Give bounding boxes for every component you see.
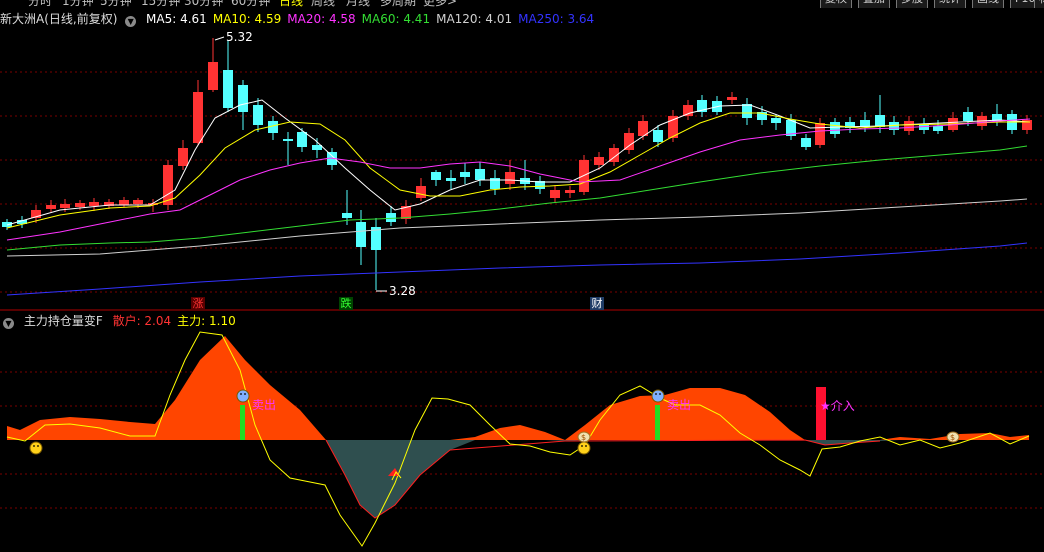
period-tab[interactable]: 更多> <box>423 0 457 8</box>
high-price-label: 5.32 <box>226 30 253 44</box>
sell-signal-bar <box>655 405 660 440</box>
candlestick-chart[interactable]: 5.32 3.28 <box>0 10 1044 312</box>
candle-body[interactable] <box>208 62 218 90</box>
candle-body[interactable] <box>446 178 456 181</box>
ma60-line <box>6 145 1028 251</box>
candle-body[interactable] <box>933 126 943 131</box>
smiley-icon-eye <box>33 445 35 447</box>
sell-label: 卖出 <box>252 398 276 412</box>
money-bag-symbol: $ <box>581 433 586 442</box>
candle-body[interactable] <box>46 205 56 209</box>
period-tab[interactable]: 1分钟 <box>62 0 94 8</box>
ma20-line <box>6 118 1031 241</box>
period-tab[interactable]: 60分钟 <box>231 0 270 8</box>
period-tab[interactable]: 30分钟 <box>184 0 223 8</box>
sell-signal-bar <box>240 405 245 440</box>
candle-body[interactable] <box>89 202 99 206</box>
smiley-icon-eye <box>37 445 39 447</box>
candle-body[interactable] <box>475 169 485 180</box>
candle-body[interactable] <box>193 92 203 143</box>
indicator-values: 散户: 2.04 主力: 1.10 <box>113 314 242 328</box>
candle-body[interactable] <box>505 172 515 184</box>
tag-finance[interactable]: 财 <box>590 297 604 310</box>
candle-body[interactable] <box>60 204 70 208</box>
toolbar-button[interactable]: 复权 <box>820 0 852 8</box>
sad-face-icon <box>236 389 250 403</box>
period-toolbar: 分时 1分钟 5分钟 15分钟 30分钟 60分钟 日线周线 月线 多周期更多> 复权叠加多股统计… <box>0 0 1044 8</box>
retail-area-negative <box>7 440 1029 518</box>
sad-face-icon-eye <box>244 393 246 395</box>
candle-body[interactable] <box>75 203 85 207</box>
smiley-icon-eye <box>585 445 587 447</box>
candle-body[interactable] <box>297 132 307 147</box>
candle-body[interactable] <box>653 130 663 142</box>
candle-body[interactable] <box>683 105 693 116</box>
candle-body[interactable] <box>727 97 737 100</box>
toolbar-button[interactable]: 叠加 <box>858 0 890 8</box>
ma120-line <box>6 198 1028 257</box>
candle-body[interactable] <box>815 123 825 145</box>
candle-body[interactable] <box>119 200 129 205</box>
candle-body[interactable] <box>283 139 293 141</box>
period-tab[interactable]: 分时 <box>28 0 52 8</box>
candle-body[interactable] <box>624 133 634 150</box>
low-price-label: 3.28 <box>389 284 416 298</box>
sell-label: 卖出 <box>667 398 691 412</box>
candle-body[interactable] <box>771 118 781 123</box>
candle-body[interactable] <box>386 213 396 222</box>
sad-face-icon <box>651 389 665 403</box>
candle-body[interactable] <box>801 138 811 147</box>
smiley-icon-eye <box>581 445 583 447</box>
sad-face-icon-eye <box>240 393 242 395</box>
candle-body[interactable] <box>460 172 470 177</box>
indicator-legend: ▼ 主力持仓量变F 散户: 2.04 主力: 1.10 <box>0 313 248 329</box>
candle-body[interactable] <box>830 122 840 134</box>
period-tab[interactable]: 日线 <box>279 0 303 8</box>
candle-body[interactable] <box>342 213 352 218</box>
period-tab[interactable]: 周线 <box>311 0 335 8</box>
sad-face-icon-eye <box>659 393 661 395</box>
retail-area-positive <box>7 336 1029 440</box>
candle-body[interactable] <box>904 121 914 131</box>
tag-fall[interactable]: 跌 <box>339 297 353 310</box>
indicator-value: 主力: 1.10 <box>177 314 236 328</box>
chevron-down-icon[interactable]: ▼ <box>3 318 14 329</box>
tag-rise[interactable]: 涨 <box>191 297 205 310</box>
entry-signal-bar <box>816 387 826 440</box>
candle-body[interactable] <box>238 85 248 112</box>
period-tab[interactable]: 15分钟 <box>141 0 180 8</box>
indicator-value: 散户: 2.04 <box>112 314 172 328</box>
candle-body[interactable] <box>356 222 366 247</box>
candle-body[interactable] <box>550 190 560 198</box>
indicator-name: 主力持仓量变F <box>23 314 103 328</box>
money-bag-symbol: $ <box>950 433 955 442</box>
indicator-chart[interactable]: $ $ 卖出 卖出 ★介入 <box>0 330 1044 550</box>
candle-body[interactable] <box>133 200 143 204</box>
candle-body[interactable] <box>875 115 885 127</box>
ma10-line <box>6 112 1030 229</box>
sad-face-icon-eye <box>655 393 657 395</box>
smiley-icon <box>577 441 591 455</box>
period-tab[interactable]: 5分钟 <box>100 0 132 8</box>
toolbar-button[interactable]: 画线 <box>972 0 1004 8</box>
period-tab[interactable]: 多周期 <box>380 0 416 8</box>
entry-label: ★介入 <box>820 399 855 413</box>
candle-body[interactable] <box>223 70 233 108</box>
candle-body[interactable] <box>178 148 188 166</box>
smiley-icon <box>29 441 43 455</box>
candle-body[interactable] <box>253 105 263 125</box>
period-tab[interactable]: 月线 <box>346 0 370 8</box>
candle-body[interactable] <box>963 112 973 121</box>
candle-body[interactable] <box>416 186 426 198</box>
high-arrow <box>214 36 225 41</box>
ma250-line <box>6 242 1028 296</box>
candle-body[interactable] <box>431 172 441 180</box>
toolbar-button[interactable]: 标 <box>1034 0 1044 8</box>
candle-body[interactable] <box>594 157 604 165</box>
toolbar-button[interactable]: 统计 <box>934 0 966 8</box>
candle-body[interactable] <box>565 190 575 193</box>
toolbar-button[interactable]: 多股 <box>896 0 928 8</box>
candle-body[interactable] <box>742 104 752 118</box>
